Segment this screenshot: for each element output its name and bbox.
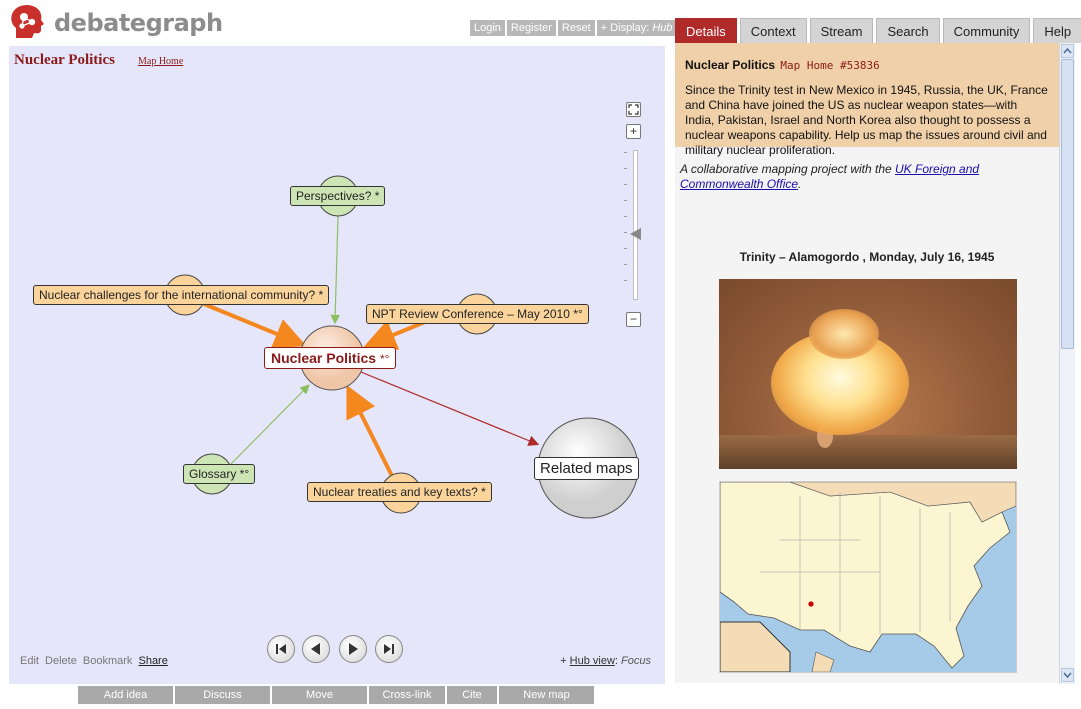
zoom-in-button[interactable]: + [626,124,641,139]
plus-icon: + [629,124,637,138]
hub-view-link[interactable]: Hub view [570,655,615,667]
reset-button[interactable]: Reset [557,20,595,36]
play-back-icon [311,643,320,655]
node-main[interactable]: Nuclear Politics *° [264,347,397,369]
edit-link[interactable]: Edit [20,655,39,667]
tab-stream[interactable]: Stream [809,18,874,43]
first-step-button[interactable] [267,635,295,663]
scroll-up-button[interactable] [1061,44,1074,58]
view-plus: + [560,655,567,667]
summary-title: Nuclear Politics [685,58,776,72]
discuss-button[interactable]: Discuss [175,686,270,704]
zoom-tick [624,184,627,185]
details-scrollbar[interactable] [1059,43,1075,684]
move-button[interactable]: Move [272,686,367,704]
node-summary: Nuclear Politics Map Home #53836 Since t… [675,43,1059,157]
display-label: + Display: [600,22,650,34]
view-separator: : [614,655,618,667]
tab-search[interactable]: Search [876,18,940,43]
zoom-tick [624,264,627,265]
tab-details[interactable]: Details [675,18,737,43]
skip-back-icon [276,644,286,654]
panel-tabs: Details Context Stream Search Community … [675,18,1081,43]
zoom-tick [624,168,627,169]
zoom-slider-thumb[interactable] [630,228,641,240]
cross-link-button[interactable]: Cross-link [369,686,445,704]
login-button[interactable]: Login [470,20,505,36]
edge-related [360,371,540,446]
zoom-tick [624,280,627,281]
share-link[interactable]: Share [138,655,167,667]
collab-prefix: A collaborative mapping project with the [680,162,892,176]
minus-icon: − [629,312,637,326]
skip-forward-icon [384,644,394,654]
node-treaties[interactable]: Nuclear treaties and key texts? * [307,482,492,502]
zoom-slider-track[interactable] [633,150,638,300]
fullscreen-icon [628,104,639,115]
tab-help[interactable]: Help [1033,18,1081,43]
cite-button[interactable]: Cite [447,686,497,704]
zoom-tick [624,232,627,233]
previous-step-button[interactable] [302,635,330,663]
node-challenges[interactable]: Nuclear challenges for the international… [33,285,330,305]
summary-map-id[interactable]: Map Home #53836 [780,59,879,72]
add-idea-button[interactable]: Add idea [78,686,173,704]
play-icon [349,643,358,655]
debategraph-head-icon [10,4,50,40]
node-perspectives[interactable]: Perspectives? * [290,186,386,206]
display-button[interactable]: + Display: Hub [596,20,677,36]
node-npt[interactable]: NPT Review Conference – May 2010 *° [366,304,589,324]
image-caption: Trinity – Alamogordo , Monday, July 16, … [739,250,995,264]
top-button-bar: Login Register Reset + Display: Hub [470,20,677,36]
zoom-tick [624,248,627,249]
new-map-button[interactable]: New map [499,686,594,704]
summary-header: Nuclear Politics Map Home #53836 [685,58,1049,72]
zoom-tick [624,152,627,153]
edge-glossary [230,384,310,465]
node-glossary[interactable]: Glossary *° [183,464,256,484]
bookmark-link[interactable]: Bookmark [83,655,133,667]
display-value: Hub [652,22,673,34]
photo-ground [719,435,1017,469]
brand-logo[interactable]: debategraph [10,4,223,40]
scroll-thumb[interactable] [1061,59,1074,349]
map-canvas[interactable]: Nuclear Politics Map Home Perspectives? … [9,46,665,684]
us-location-map [719,481,1017,673]
delete-link[interactable]: Delete [45,655,77,667]
map-actions: Edit Delete Bookmark Share [20,655,171,667]
edge-perspectives [330,215,341,325]
focus-view-link[interactable]: Focus [621,655,651,667]
chevron-down-icon [1063,672,1072,679]
chevron-up-icon [1063,47,1072,54]
view-switcher: + Hub view: Focus [560,655,651,667]
trinity-test-photo [719,279,1017,469]
register-button[interactable]: Register [506,20,556,36]
zoom-tick [624,200,627,201]
node-main-suffix: *° [379,352,390,366]
collab-suffix: . [798,177,802,191]
tab-community[interactable]: Community [942,18,1031,43]
node-main-title: Nuclear Politics [271,350,377,366]
fullscreen-button[interactable] [626,102,641,117]
zoom-out-button[interactable]: − [626,312,641,327]
last-step-button[interactable] [375,635,403,663]
photo-fireball-top [809,309,879,359]
details-panel: Nuclear Politics Map Home #53836 Since t… [675,43,1059,683]
zoom-tick [624,216,627,217]
brand-name: debategraph [54,9,223,37]
bottom-toolbar: Add idea Discuss Move Cross-link Cite Ne… [78,686,594,704]
edge-treaties [346,384,394,477]
tab-context[interactable]: Context [739,18,807,43]
edge-challenges [203,302,307,349]
node-related-maps[interactable]: Related maps [534,457,639,480]
scroll-down-button[interactable] [1061,668,1074,682]
next-step-button[interactable] [339,635,367,663]
